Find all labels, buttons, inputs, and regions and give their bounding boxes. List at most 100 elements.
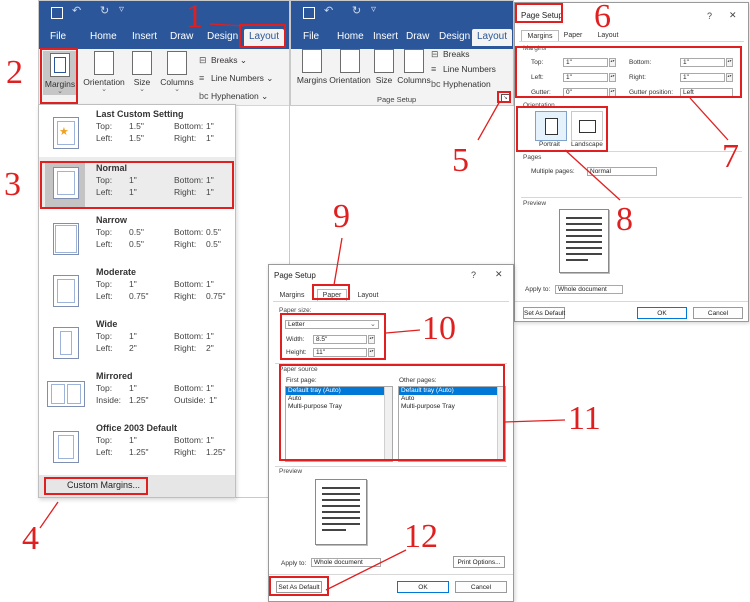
size-label: Size <box>375 75 393 85</box>
preset-name: Wide <box>96 319 118 329</box>
preset-cell: Bottom: <box>174 435 204 445</box>
close-button[interactable]: ✕ <box>495 269 503 280</box>
preset-cell: 0.75" <box>129 291 149 301</box>
margins-icon <box>302 49 322 73</box>
chevron-down-icon: ⌄ <box>101 86 107 93</box>
preset-cell: 1.25" <box>206 447 226 457</box>
tab-design[interactable]: Design <box>439 31 470 42</box>
redo-icon[interactable]: ↻ <box>100 4 109 17</box>
preset-cell: Left: <box>96 239 113 249</box>
tab-draw[interactable]: Draw <box>406 31 429 42</box>
preset-name: Narrow <box>96 215 128 225</box>
preset-cell: 1.5" <box>129 121 144 131</box>
tab-home[interactable]: Home <box>337 31 364 42</box>
preset-cell: Outside: <box>174 395 206 405</box>
preset-cell: Top: <box>96 435 113 445</box>
hyphenation-button[interactable]: bc Hyphenation <box>431 79 491 89</box>
orientation-button[interactable]: Orientation <box>329 49 371 85</box>
preset-cell: Left: <box>96 133 113 143</box>
preset-cell: 1.25" <box>129 447 149 457</box>
margins-button[interactable]: Margins <box>295 49 329 85</box>
highlight-normal-preset <box>40 161 234 209</box>
size-button[interactable]: Size <box>371 49 397 85</box>
highlight-paper-tab <box>312 284 350 300</box>
tab-design[interactable]: Design <box>207 31 238 42</box>
margin-preset-narrow[interactable]: Narrow Top: 0.5" Bottom: 0.5" Left: 0.5"… <box>39 211 235 261</box>
print-options-button[interactable]: Print Options... <box>453 556 505 568</box>
preset-cell: 1" <box>206 383 214 393</box>
highlight-margins-button <box>40 48 78 104</box>
undo-icon[interactable]: ↶ <box>72 4 81 17</box>
page-thumbnail-icon <box>47 381 85 407</box>
annotation-9: 9 <box>333 198 350 235</box>
line-numbers-icon: ≡ <box>199 73 205 83</box>
apply-to-select[interactable]: Whole document <box>555 285 623 294</box>
line-numbers-button[interactable]: ≡ Line Numbers <box>431 64 496 74</box>
orientation-label: Orientation <box>329 75 371 85</box>
margin-preset-moderate[interactable]: Moderate Top: 1" Bottom: 1" Left: 0.75" … <box>39 263 235 313</box>
preset-name: Office 2003 Default <box>96 423 178 433</box>
preset-cell: Inside: <box>96 395 122 405</box>
hyphenation-button[interactable]: bc Hyphenation ⌄ <box>199 91 268 102</box>
annotation-4: 4 <box>22 520 39 557</box>
cancel-button[interactable]: Cancel <box>693 307 743 319</box>
margin-preset-office-2003[interactable]: Office 2003 Default Top: 1" Bottom: 1" L… <box>39 419 235 469</box>
preset-cell: 0.5" <box>206 227 221 237</box>
preset-name: Last Custom Setting <box>96 109 184 119</box>
preset-cell: 1" <box>129 435 137 445</box>
tab-file[interactable]: File <box>303 31 319 42</box>
undo-icon[interactable]: ↶ <box>324 4 333 17</box>
annotation-11: 11 <box>568 400 601 437</box>
preset-cell: Bottom: <box>174 279 204 289</box>
tab-insert[interactable]: Insert <box>132 31 157 42</box>
save-icon[interactable] <box>303 7 315 19</box>
preset-cell: 1" <box>129 383 137 393</box>
line-numbers-button[interactable]: ≡ Line Numbers ⌄ <box>199 73 273 84</box>
columns-label: Columns <box>397 75 431 85</box>
ok-button[interactable]: OK <box>637 307 687 319</box>
preset-cell: 0.5" <box>129 239 144 249</box>
annotation-8: 8 <box>616 201 633 238</box>
title-bar: ↶ ↻ ▿ <box>291 1 513 27</box>
customize-qat-icon[interactable]: ▿ <box>119 4 124 15</box>
tab-paper[interactable]: Paper <box>559 32 587 39</box>
customize-qat-icon[interactable]: ▿ <box>371 4 376 15</box>
columns-icon <box>404 49 424 73</box>
redo-icon[interactable]: ↻ <box>352 4 361 17</box>
preset-cell: Left: <box>96 291 113 301</box>
breaks-button[interactable]: ⊟ Breaks ⌄ <box>199 55 247 66</box>
highlight-dialog-title <box>515 3 563 23</box>
help-button[interactable]: ? <box>471 270 476 280</box>
hyphenation-label: Hyphenation <box>443 79 491 89</box>
margin-preset-mirrored[interactable]: Mirrored Top: 1" Bottom: 1" Inside: 1.25… <box>39 367 235 417</box>
orientation-button[interactable]: Orientation ⌄ <box>81 51 127 93</box>
help-button[interactable]: ? <box>707 11 712 21</box>
highlight-custom-margins <box>44 477 148 495</box>
multiple-pages-select[interactable]: Normal <box>587 167 657 176</box>
close-button[interactable]: ✕ <box>729 10 737 21</box>
set-as-default-button[interactable]: Set As Default <box>523 307 565 319</box>
tab-layout[interactable]: Layout <box>353 292 383 299</box>
tab-margins[interactable]: Margins <box>277 292 307 299</box>
margin-preset-wide[interactable]: Wide Top: 1" Bottom: 1" Left: 2" Right: … <box>39 315 235 365</box>
preset-cell: 1" <box>206 133 214 143</box>
apply-to-select[interactable]: Whole document <box>311 558 381 567</box>
preset-cell: Right: <box>174 133 197 143</box>
ok-button[interactable]: OK <box>397 581 449 593</box>
highlight-dialog-launcher <box>497 91 511 103</box>
tab-layout[interactable]: Layout <box>472 29 513 46</box>
columns-button[interactable]: Columns ⌄ <box>159 51 195 93</box>
preset-cell: 1" <box>206 279 214 289</box>
tab-insert[interactable]: Insert <box>373 31 398 42</box>
margin-preset-last-custom[interactable]: ★ Last Custom Setting Top: 1.5" Bottom: … <box>39 105 235 155</box>
breaks-label: Breaks <box>443 49 470 59</box>
cancel-button[interactable]: Cancel <box>455 581 507 593</box>
orientation-icon <box>340 49 360 73</box>
tab-home[interactable]: Home <box>90 31 117 42</box>
breaks-button[interactable]: ⊟ Breaks <box>431 49 469 60</box>
size-button[interactable]: Size ⌄ <box>127 51 157 93</box>
columns-button[interactable]: Columns <box>397 49 431 85</box>
save-icon[interactable] <box>51 7 63 19</box>
preset-cell: 1" <box>209 395 217 405</box>
tab-file[interactable]: File <box>50 31 66 42</box>
